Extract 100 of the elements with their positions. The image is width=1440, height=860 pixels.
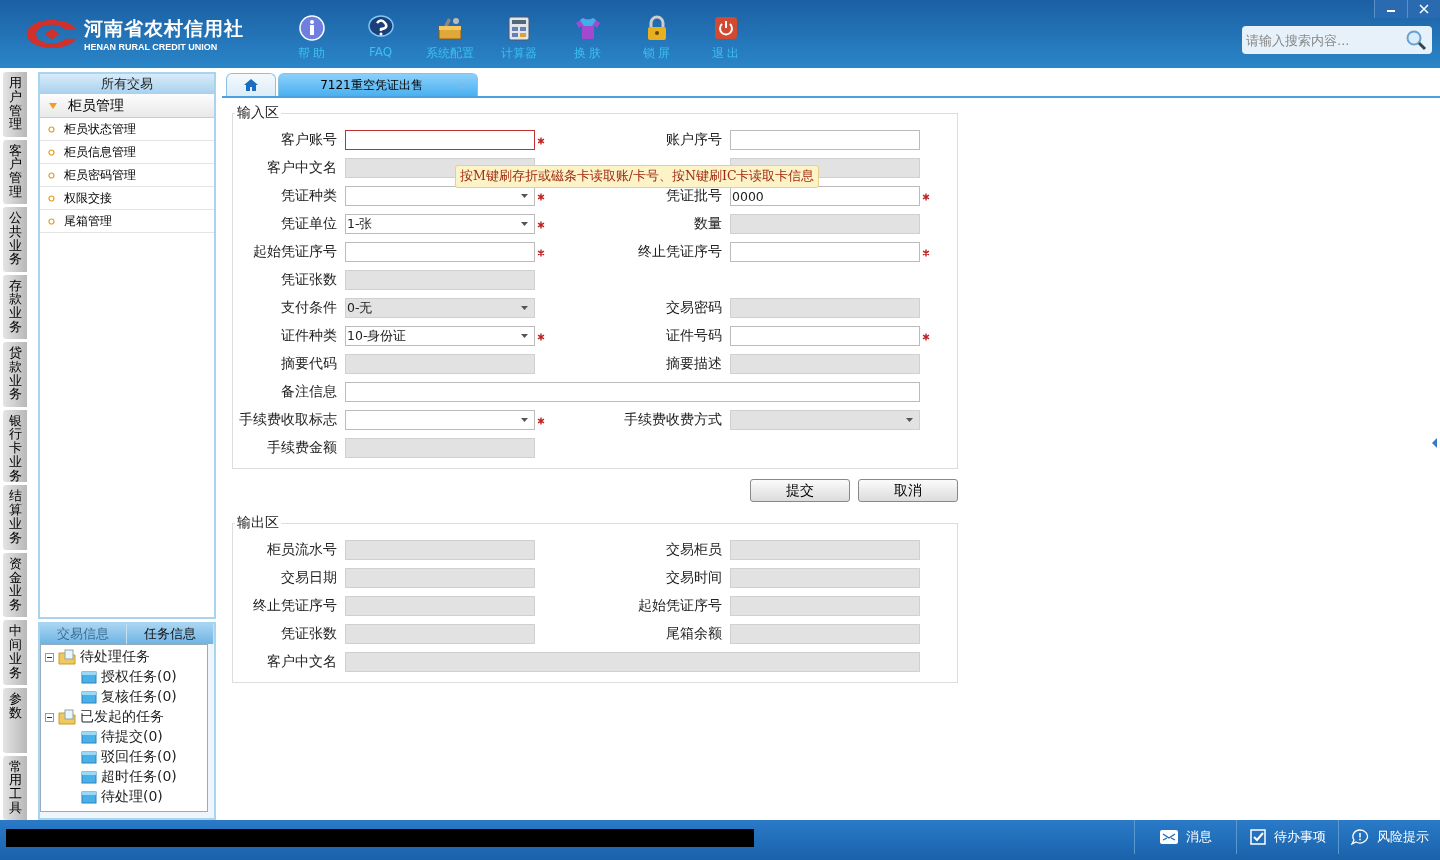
tree-node[interactable]: 待提交(0)	[45, 727, 207, 747]
input-field[interactable]	[730, 326, 920, 346]
home-tab[interactable]	[226, 73, 276, 96]
side-tab[interactable]: 客户管理	[3, 139, 27, 205]
field-label: 数量	[693, 215, 723, 233]
folder-icon	[81, 770, 97, 784]
input-field[interactable]	[345, 410, 535, 430]
folder-icon	[58, 649, 76, 665]
field-label: 尾箱余额	[665, 625, 723, 643]
field-label: 交易时间	[665, 569, 723, 587]
side-tab[interactable]: 常用工具	[3, 755, 27, 821]
dropdown-icon	[521, 306, 528, 310]
tooltip: 按M键刷存折或磁条卡读取账/卡号、按N键刷IC卡读取卡信息	[455, 165, 820, 188]
close-icon	[458, 81, 466, 89]
caret-icon	[48, 101, 58, 110]
field-label: 客户中文名	[266, 653, 338, 671]
mail-icon	[1159, 830, 1178, 844]
folder-icon	[81, 690, 97, 704]
field-label: 手续费收取标志	[238, 411, 338, 429]
field-label: 支付条件	[280, 299, 338, 317]
side-tab[interactable]: 中间业务	[3, 620, 27, 685]
field-label: 手续费金额	[266, 439, 338, 457]
form-button[interactable]: 取消	[858, 479, 958, 502]
status-button[interactable]: 待办事项	[1236, 820, 1338, 854]
side-tab[interactable]: 贷款业务	[3, 342, 27, 407]
input-field[interactable]: 0000	[730, 186, 920, 206]
dropdown-icon	[521, 194, 528, 198]
field-label: 凭证种类	[280, 187, 338, 205]
field-label: 客户中文名	[266, 159, 338, 177]
bullet-icon	[48, 194, 55, 202]
alert-bubble-icon	[1350, 829, 1369, 845]
field-label: 摘要代码	[280, 355, 338, 373]
field-label: 交易密码	[665, 299, 723, 317]
input-field[interactable]	[345, 130, 535, 150]
home-icon	[243, 78, 259, 92]
field-label: 客户账号	[280, 131, 338, 149]
search-field[interactable]: 请输入搜索内容...	[1242, 26, 1432, 54]
field-label: 凭证张数	[280, 271, 338, 289]
tree-node[interactable]: 驳回任务(0)	[45, 747, 207, 767]
folder-icon	[81, 790, 97, 804]
field-label: 终止凭证序号	[637, 243, 723, 261]
tree-node[interactable]: 待处理任务	[45, 647, 207, 667]
tree-node[interactable]: 超时任务(0)	[45, 767, 207, 787]
folder-icon	[81, 730, 97, 744]
dropdown-icon	[906, 418, 913, 422]
tree-node[interactable]: 授权任务(0)	[45, 667, 207, 687]
side-tab[interactable]: 银行卡业务	[3, 409, 27, 483]
folder-icon	[81, 750, 97, 764]
side-tab[interactable]: 参数	[3, 688, 27, 753]
field-label: 手续费收费方式	[623, 411, 723, 429]
input-field[interactable]: 10-身份证	[345, 326, 535, 346]
input-field[interactable]	[345, 242, 535, 262]
tree-node[interactable]: 已发起的任务	[45, 707, 207, 727]
status-button[interactable]: 消息	[1134, 820, 1236, 854]
field-label: 备注信息	[280, 383, 338, 401]
field-label: 凭证批号	[665, 187, 723, 205]
input-field[interactable]	[345, 382, 920, 402]
bullet-icon	[48, 125, 55, 133]
input-field[interactable]	[345, 186, 535, 206]
section-title: 输出区	[236, 514, 280, 532]
field-label: 柜员流水号	[266, 541, 338, 559]
tree-node[interactable]: 待处理(0)	[45, 787, 207, 807]
checkbox-icon	[1249, 829, 1266, 845]
side-tab[interactable]: 资金业务	[3, 552, 27, 618]
field-label: 起始凭证序号	[252, 243, 338, 261]
side-tab[interactable]: 用户管理	[3, 72, 27, 137]
field-label: 终止凭证序号	[252, 597, 338, 615]
field-label: 交易柜员	[665, 541, 723, 559]
field-label: 凭证张数	[280, 625, 338, 643]
bullet-icon	[48, 217, 55, 225]
input-field[interactable]	[730, 130, 920, 150]
dropdown-icon	[521, 222, 528, 226]
logo-subtitle: HENAN RURAL CREDIT UNION	[84, 42, 219, 52]
form-button[interactable]: 提交	[750, 479, 850, 502]
bullet-icon	[48, 171, 55, 179]
field-label: 证件种类	[280, 327, 338, 345]
menu-group[interactable]: 柜员管理	[40, 94, 214, 118]
toggle-icon	[45, 652, 54, 662]
field-label: 账户序号	[665, 131, 723, 149]
dropdown-icon	[521, 334, 528, 338]
page-tab[interactable]: 7121重空凭证出售	[278, 73, 478, 96]
side-tab[interactable]: 公共业务	[3, 207, 27, 272]
field-label: 凭证单位	[280, 215, 338, 233]
input-field[interactable]	[730, 242, 920, 262]
collapse-icon[interactable]	[1432, 438, 1438, 448]
logo-title: 河南省农村信用社	[84, 16, 244, 41]
field-label: 摘要描述	[665, 355, 723, 373]
side-tab[interactable]: 结算业务	[3, 485, 27, 550]
dropdown-icon	[521, 418, 528, 422]
folder-icon	[58, 709, 76, 725]
section-title: 输入区	[236, 104, 280, 122]
field-label: 起始凭证序号	[637, 597, 723, 615]
status-button[interactable]: 风险提示	[1338, 820, 1440, 854]
close-icon	[1419, 4, 1429, 14]
tree-node[interactable]: 复核任务(0)	[45, 687, 207, 707]
field-label: 证件号码	[665, 327, 723, 345]
info-icon	[297, 14, 326, 42]
input-field[interactable]: 1-张	[345, 214, 535, 234]
side-tab[interactable]: 存款业务	[3, 274, 27, 340]
search-icon	[1405, 29, 1427, 51]
